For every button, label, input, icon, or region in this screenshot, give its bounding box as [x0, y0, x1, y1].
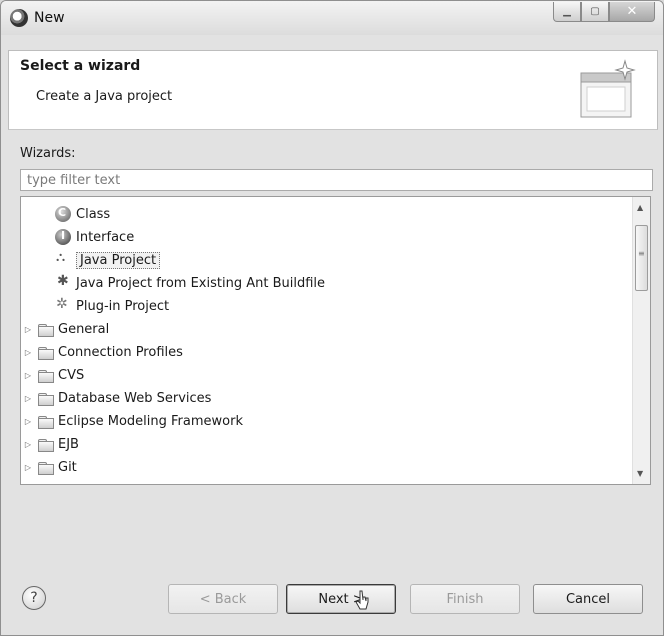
scroll-up-arrow-icon[interactable]: ▲	[637, 203, 643, 212]
help-button[interactable]: ?	[22, 586, 46, 610]
wizard-header: Select a wizard Create a Java project	[8, 50, 658, 130]
scroll-down-arrow-icon[interactable]: ▼	[637, 469, 643, 478]
expand-arrow-icon[interactable]: ▷	[23, 371, 33, 380]
tree-item-label: Connection Profiles	[58, 344, 183, 360]
folder-icon	[37, 436, 54, 452]
tree-item-label: Class	[76, 206, 111, 222]
cancel-button[interactable]: Cancel	[533, 584, 643, 614]
tree-item-label: Git	[58, 459, 77, 475]
folder-icon	[37, 344, 54, 360]
tree-item-java-project[interactable]: Java Project	[41, 249, 641, 271]
tree-item-general[interactable]: ▷ General	[23, 318, 623, 340]
header-description: Create a Java project	[36, 89, 173, 104]
folder-icon	[37, 367, 54, 383]
tree-item-database-web-services[interactable]: ▷ Database Web Services	[23, 387, 623, 409]
new-wizard-icon	[580, 59, 636, 118]
tree-item-class[interactable]: Class	[41, 203, 641, 225]
tree-item-label: Interface	[76, 229, 135, 245]
tree-scrollbar[interactable]: ▲ ≡ ▼	[632, 197, 650, 484]
tree-item-connection-profiles[interactable]: ▷ Connection Profiles	[23, 341, 623, 363]
expand-arrow-icon[interactable]: ▷	[23, 394, 33, 403]
maximize-button[interactable]: ▢	[581, 2, 609, 22]
expand-arrow-icon[interactable]: ▷	[23, 417, 33, 426]
minimize-button[interactable]: ▁	[553, 2, 581, 22]
header-title: Select a wizard	[20, 58, 141, 74]
wizards-label: Wizards:	[20, 146, 76, 161]
ant-project-icon	[55, 273, 71, 291]
mouse-cursor-icon	[355, 590, 369, 610]
window-controls: ▁ ▢ ✕	[553, 2, 655, 22]
tree-item-interface[interactable]: Interface	[41, 226, 641, 248]
close-button[interactable]: ✕	[609, 2, 655, 22]
new-wizard-dialog: New ▁ ▢ ✕ Select a wizard Create a Java …	[0, 0, 664, 636]
filter-input[interactable]	[20, 169, 653, 191]
folder-icon	[37, 321, 54, 337]
java-project-icon	[55, 250, 71, 268]
tree-item-emf[interactable]: ▷ Eclipse Modeling Framework	[23, 410, 623, 432]
tree-item-label: Database Web Services	[58, 390, 212, 406]
expand-arrow-icon[interactable]: ▷	[23, 463, 33, 472]
folder-icon	[37, 413, 54, 429]
tree-item-label: Eclipse Modeling Framework	[58, 413, 243, 429]
tree-item-plugin-project[interactable]: Plug-in Project	[41, 295, 641, 317]
tree-item-ejb[interactable]: ▷ EJB	[23, 433, 623, 455]
class-icon	[55, 206, 71, 222]
next-button[interactable]: Next >	[286, 584, 396, 614]
finish-button[interactable]: Finish	[410, 584, 520, 614]
folder-icon	[37, 459, 54, 475]
title-bar[interactable]: New ▁ ▢ ✕	[1, 1, 663, 35]
eclipse-app-icon	[10, 9, 28, 27]
tree-item-label: Plug-in Project	[76, 298, 170, 314]
expand-arrow-icon[interactable]: ▷	[23, 440, 33, 449]
tree-item-label: General	[58, 321, 110, 337]
tree-item-label: EJB	[58, 436, 79, 452]
grip-icon: ≡	[638, 249, 645, 258]
window-title: New	[34, 10, 65, 26]
expand-arrow-icon[interactable]: ▷	[23, 348, 33, 357]
tree-item-git[interactable]: ▷ Git	[23, 456, 623, 478]
expand-arrow-icon[interactable]: ▷	[23, 325, 33, 334]
plugin-project-icon	[55, 296, 71, 314]
tree-item-label: Java Project	[76, 251, 161, 269]
scrollbar-thumb[interactable]: ≡	[635, 225, 648, 291]
tree-item-java-project-ant[interactable]: Java Project from Existing Ant Buildfile	[41, 272, 641, 294]
back-button[interactable]: < Back	[168, 584, 278, 614]
interface-icon	[55, 229, 71, 245]
folder-icon	[37, 390, 54, 406]
tree-item-label: Java Project from Existing Ant Buildfile	[76, 275, 326, 291]
wizard-tree: Class Interface Java Project Java Projec…	[20, 196, 651, 485]
tree-item-label: CVS	[58, 367, 85, 383]
tree-item-cvs[interactable]: ▷ CVS	[23, 364, 623, 386]
